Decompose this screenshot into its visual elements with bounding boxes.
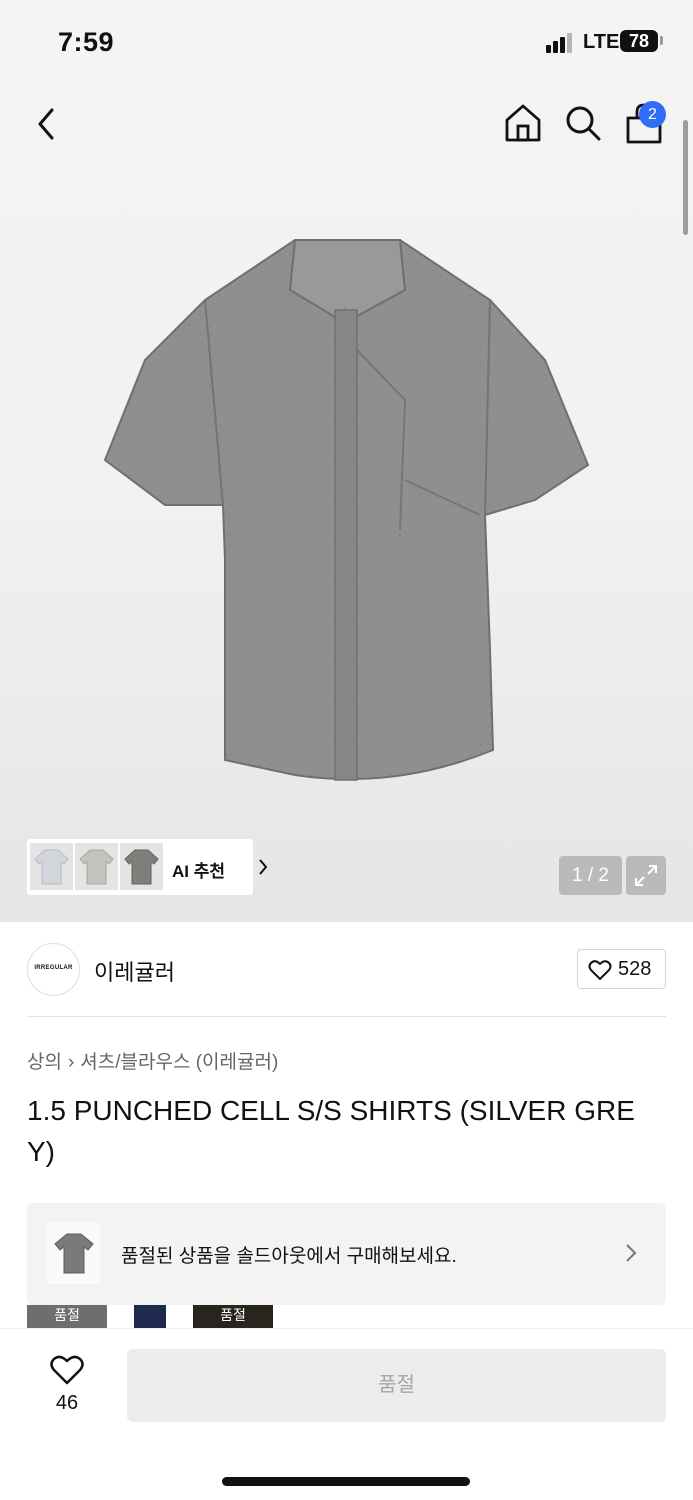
ai-thumb-2[interactable] [75,843,118,890]
expand-icon[interactable] [626,856,666,895]
ai-recommend-button[interactable]: AI 추천 [27,839,268,895]
soldout-banner-text: 품절된 상품을 솔드아웃에서 구매해보세요. [121,1246,457,1267]
divider [27,1016,666,1017]
status-time: 7:59 [58,27,115,57]
brand-like-button[interactable]: 528 [577,949,666,989]
breadcrumb-subcategory[interactable]: 셔츠/블라우스 (이레귤러) [80,1052,278,1073]
product-gallery[interactable]: 7:59 LTE 78 2 AI 추천 1 / 2 [0,0,693,922]
color-option[interactable] [134,1305,166,1330]
breadcrumb-separator-icon: › [67,1052,75,1073]
ai-thumb-1[interactable] [30,843,73,890]
battery-icon: 78 [620,30,658,52]
status-bar: 7:59 LTE 78 [0,0,693,84]
home-icon[interactable] [502,102,544,144]
color-option[interactable]: 품절 [27,1305,107,1330]
cart-count-badge: 2 [639,101,666,128]
breadcrumb-category[interactable]: 상의 [27,1052,62,1073]
ai-thumb-3[interactable] [120,843,163,890]
battery-tip [660,36,663,45]
soldout-button[interactable]: 품절 [127,1349,666,1422]
chevron-right-icon [259,859,268,875]
ai-recommend-label: AI 추천 [172,862,226,881]
search-icon[interactable] [562,102,604,144]
product-title: 1.5 PUNCHED CELL S/S SHIRTS (SILVER GREY… [27,1095,635,1167]
heart-icon[interactable] [49,1354,85,1386]
soldout-banner[interactable]: 품절된 상품을 솔드아웃에서 구매해보세요. [27,1203,666,1305]
product-image[interactable] [95,230,600,790]
network-label: LTE [583,31,620,53]
color-option[interactable]: 품절 [193,1305,273,1330]
signal-icon [546,33,576,53]
scroll-indicator [683,120,688,235]
banner-thumbnail [47,1223,100,1284]
wishlist-count: 46 [55,1392,79,1414]
home-indicator [222,1477,470,1486]
color-options: 품절 품절 [27,1305,287,1330]
image-pager: 1 / 2 [559,856,622,895]
heart-icon [588,960,612,980]
brand-logo[interactable]: IRREGULAR [27,943,80,996]
breadcrumb: 상의 › 셔츠/블라우스 (이레귤러) [27,1047,278,1074]
brand-like-count: 528 [618,958,652,980]
chevron-right-icon [626,1244,637,1262]
brand-name[interactable]: 이레귤러 [94,955,175,987]
back-arrow-icon[interactable] [30,104,66,144]
